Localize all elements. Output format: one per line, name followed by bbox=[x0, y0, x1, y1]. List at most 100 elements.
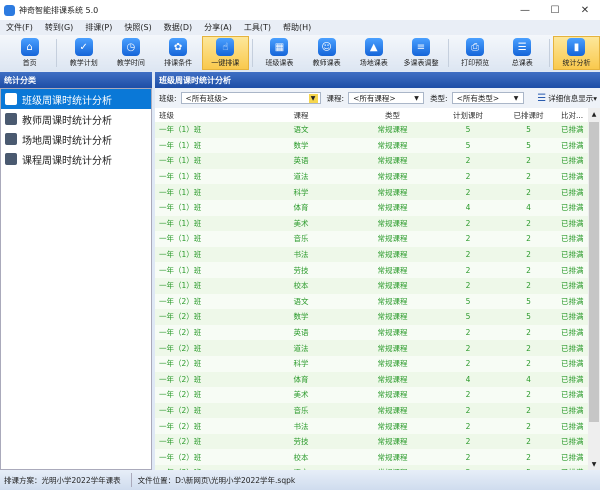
column-header[interactable]: 班级 bbox=[155, 110, 255, 121]
table-row[interactable]: 一年（1）班 校本 常规课程 2 2 已排满 bbox=[155, 277, 588, 294]
column-header[interactable]: 类型 bbox=[347, 110, 438, 121]
sidebar-item[interactable]: 课程周课时统计分析 bbox=[1, 149, 151, 169]
detail-display-button[interactable]: ☰ 详细信息显示 ▾ bbox=[537, 93, 597, 104]
table-row[interactable]: 一年（2）班 美术 常规课程 2 2 已排满 bbox=[155, 387, 588, 403]
sidebar-item[interactable]: 班级周课时统计分析 bbox=[1, 89, 151, 109]
column-header[interactable]: 比对... bbox=[559, 110, 588, 121]
table-row[interactable]: 一年（1）班 科学 常规课程 2 2 已排满 bbox=[155, 184, 588, 200]
toolbar-button-0[interactable]: ⌂ 首页 bbox=[6, 36, 53, 70]
table-cell: 校本 bbox=[293, 452, 309, 462]
toolbar-button-3[interactable]: ✿ 排课条件 bbox=[155, 36, 202, 70]
scroll-up-icon[interactable]: ▲ bbox=[588, 108, 600, 120]
table-cell: 一年（2）班 bbox=[159, 359, 202, 369]
column-header[interactable]: 计划课时 bbox=[438, 110, 498, 121]
table-cell: 一年（2）班 bbox=[159, 343, 202, 353]
table-cell: 5 bbox=[526, 140, 531, 150]
table-row[interactable]: 一年（1）班 美术 常规课程 2 2 已排满 bbox=[155, 215, 588, 232]
toolbar-button-10[interactable]: ☰ 总课表 bbox=[499, 36, 546, 70]
toolbar-button-7[interactable]: ▲ 场地课表 bbox=[350, 36, 397, 70]
table-row[interactable]: 一年（2）班 书法 常规课程 2 2 已排满 bbox=[155, 418, 588, 434]
toolbar-button-6[interactable]: ☺ 教师课表 bbox=[303, 36, 350, 70]
toolbar-button-2[interactable]: ◷ 教学时间 bbox=[107, 36, 154, 70]
table-row[interactable]: 一年（1）班 音乐 常规课程 2 2 已排满 bbox=[155, 231, 588, 247]
scroll-thumb[interactable] bbox=[589, 122, 599, 422]
maximize-button[interactable]: ☐ bbox=[540, 0, 570, 20]
table-cell: 已排满 bbox=[561, 374, 584, 384]
table-cell: 已排满 bbox=[561, 156, 584, 166]
chevron-down-icon: ▼ bbox=[308, 94, 318, 103]
menu-item[interactable]: 转到(G) bbox=[39, 22, 79, 33]
toolbar-button-8[interactable]: ≡ 多课表调整 bbox=[397, 36, 444, 70]
table-cell: 英语 bbox=[293, 156, 309, 166]
table-cell: 校本 bbox=[293, 281, 309, 291]
table-row[interactable]: 一年（2）班 音乐 常规课程 2 2 已排满 bbox=[155, 402, 588, 419]
toolbar-icon: ▲ bbox=[364, 38, 383, 56]
table-row[interactable]: 一年（1）班 数学 常规课程 5 5 已排满 bbox=[155, 137, 588, 154]
toolbar-button-9[interactable]: ⎙ 打印预览 bbox=[452, 36, 499, 70]
table-cell: 常规课程 bbox=[377, 374, 408, 384]
scroll-down-icon[interactable]: ▼ bbox=[588, 458, 600, 470]
status-plan: 排课方案：光明小学2022学年课表 bbox=[4, 475, 121, 485]
table-row[interactable]: 一年（1）班 书法 常规课程 2 2 已排满 bbox=[155, 246, 588, 263]
chart-icon bbox=[5, 133, 17, 145]
menu-item[interactable]: 排课(P) bbox=[79, 22, 118, 33]
menu-item[interactable]: 数据(D) bbox=[158, 22, 198, 33]
table-row[interactable]: 一年（2）班 英语 常规课程 2 2 已排满 bbox=[155, 324, 588, 341]
chart-icon bbox=[5, 153, 17, 165]
column-header[interactable]: 课程 bbox=[255, 110, 347, 121]
table-cell: 音乐 bbox=[293, 405, 309, 415]
toolbar-label: 打印预览 bbox=[461, 59, 490, 67]
table-cell: 常规课程 bbox=[377, 421, 408, 431]
toolbar-label: 教学计划 bbox=[69, 59, 98, 67]
toolbar-button-5[interactable]: ▦ 班级课表 bbox=[256, 36, 303, 70]
sidebar-item[interactable]: 场地周课时统计分析 bbox=[1, 129, 151, 149]
toolbar-icon: ⎙ bbox=[466, 38, 485, 56]
class-select[interactable]: <所有班级> ▼ bbox=[180, 92, 321, 104]
table-cell: 一年（1）班 bbox=[159, 187, 202, 197]
toolbar-button-1[interactable]: ✓ 教学计划 bbox=[60, 36, 107, 70]
table-row[interactable]: 一年（1）班 劳技 常规课程 2 2 已排满 bbox=[155, 262, 588, 278]
table-row[interactable]: 一年（2）班 道法 常规课程 2 2 已排满 bbox=[155, 340, 588, 356]
table-cell: 常规课程 bbox=[377, 296, 408, 306]
type-select[interactable]: <所有类型> ▼ bbox=[451, 92, 524, 104]
table-row[interactable]: 一年（2）班 校本 常规课程 2 2 已排满 bbox=[155, 449, 588, 466]
window-title: 神奇智能排课系统 5.0 bbox=[19, 5, 99, 15]
vertical-scrollbar[interactable]: ▲ ▼ bbox=[588, 108, 600, 470]
minimize-button[interactable]: — bbox=[510, 0, 540, 20]
table-cell: 常规课程 bbox=[377, 405, 408, 415]
table-row[interactable]: 一年（2）班 数学 常规课程 5 5 已排满 bbox=[155, 309, 588, 325]
table-cell: 书法 bbox=[293, 250, 309, 260]
table-row[interactable]: 一年（1）班 体育 常规课程 4 4 已排满 bbox=[155, 199, 588, 216]
table-cell: 2 bbox=[526, 343, 531, 353]
table-row[interactable]: 一年（1）班 道法 常规课程 2 2 已排满 bbox=[155, 168, 588, 185]
toolbar-button-11[interactable]: ▮ 统计分析 bbox=[552, 36, 600, 70]
table-cell: 已排满 bbox=[561, 234, 584, 244]
sidebar-item[interactable]: 教师周课时统计分析 bbox=[1, 109, 151, 129]
toolbar-button-4[interactable]: ☝ 一键排课 bbox=[201, 36, 249, 70]
menu-item[interactable]: 快照(S) bbox=[118, 22, 157, 33]
table-row[interactable]: 一年（2）班 体育 常规课程 4 4 已排满 bbox=[155, 371, 588, 388]
menu-item[interactable]: 帮助(H) bbox=[277, 22, 317, 33]
table-row[interactable]: 一年（1）班 英语 常规课程 2 2 已排满 bbox=[155, 153, 588, 169]
table-cell: 语文 bbox=[293, 125, 309, 135]
sidebar-item-label: 场地周课时统计分析 bbox=[22, 135, 112, 147]
table-cell: 常规课程 bbox=[377, 328, 408, 338]
table-row[interactable]: 一年（2）班 科学 常规课程 2 2 已排满 bbox=[155, 355, 588, 372]
column-header[interactable]: 已排课时 bbox=[498, 110, 559, 121]
toolbar-label: 教学时间 bbox=[116, 59, 145, 67]
table-row[interactable]: 一年（2）班 劳技 常规课程 2 2 已排满 bbox=[155, 433, 588, 450]
table-row[interactable]: 一年（2）班 语文 常规课程 5 5 已排满 bbox=[155, 293, 588, 310]
menu-item[interactable]: 文件(F) bbox=[0, 22, 39, 33]
menu-item[interactable]: 工具(T) bbox=[238, 22, 277, 33]
close-button[interactable]: ✕ bbox=[570, 0, 600, 20]
toolbar-label: 一键排课 bbox=[211, 59, 240, 67]
table-row[interactable]: 一年（1）班 语文 常规课程 5 5 已排满 bbox=[155, 122, 588, 138]
course-select[interactable]: <所有课程> ▼ bbox=[348, 92, 425, 104]
table-cell: 一年（2）班 bbox=[159, 390, 202, 400]
table-cell: 2 bbox=[526, 421, 531, 431]
table-cell: 语文 bbox=[293, 296, 309, 306]
table-cell: 5 bbox=[526, 296, 531, 306]
menu-item[interactable]: 分享(A) bbox=[198, 22, 238, 33]
table-cell: 已排满 bbox=[561, 125, 584, 135]
table-cell: 已排满 bbox=[561, 452, 584, 462]
